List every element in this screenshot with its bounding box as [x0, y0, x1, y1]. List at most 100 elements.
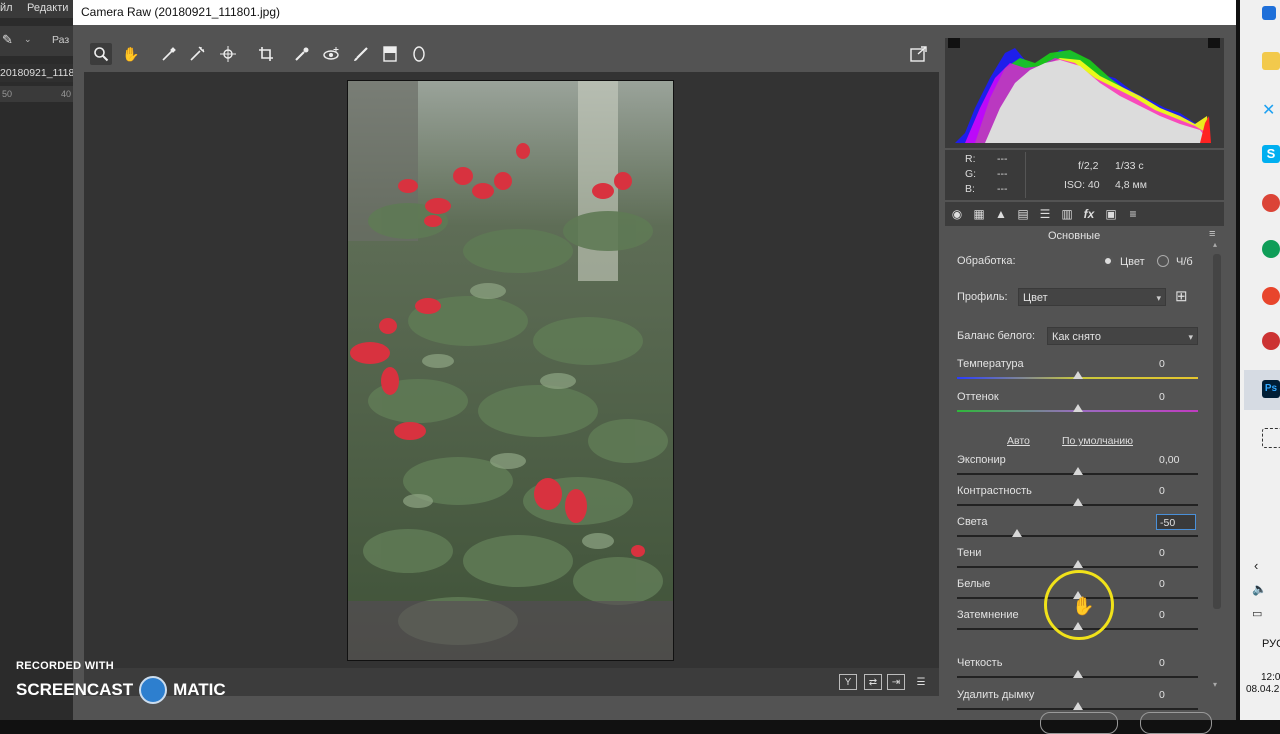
adjustment-brush-icon[interactable] — [350, 43, 372, 65]
skype-icon[interactable]: S — [1262, 145, 1280, 163]
spot-removal-icon[interactable] — [291, 43, 313, 65]
ruler-tick-label: 50 — [2, 89, 13, 99]
white-balance-value: Как снято — [1052, 331, 1101, 343]
focal-length-value: 4,8 мм — [1115, 179, 1147, 191]
watermark-brand-left: SCREENCAST — [16, 680, 134, 699]
hand-cursor-icon: ✋ — [1072, 596, 1095, 616]
slider-label: Экспонир — [957, 454, 1006, 466]
photoshop-background — [0, 0, 73, 720]
windows-start-icon[interactable] — [1262, 6, 1276, 20]
slider-thumb[interactable] — [1072, 467, 1083, 475]
copy-settings-icon[interactable]: ⇥ — [887, 674, 905, 690]
slider-label: Белые — [957, 578, 991, 590]
crop-icon[interactable] — [255, 43, 277, 65]
language-indicator[interactable]: РУС — [1262, 638, 1280, 650]
profile-label: Профиль: — [957, 291, 1008, 303]
slider-value-field[interactable]: 0 — [1156, 356, 1196, 372]
chevron-down-icon[interactable]: ⌄ — [24, 34, 32, 45]
profile-browser-icon[interactable]: ⊞ — [1175, 287, 1188, 305]
bw-radio[interactable] — [1157, 255, 1169, 267]
slider-label: Тени — [957, 547, 982, 559]
slider-thumb[interactable] — [1072, 371, 1083, 379]
slider-value-field[interactable]: -50 — [1156, 514, 1196, 530]
screencast-logo-icon — [139, 676, 168, 704]
slider-thumb[interactable] — [1012, 529, 1023, 537]
color-radio[interactable] — [1102, 255, 1114, 267]
eyedropper-icon[interactable]: ✎ — [2, 32, 13, 48]
slider-label: Затемнение — [957, 609, 1019, 621]
targeted-adjustment-icon[interactable] — [217, 43, 239, 65]
slider-thumb[interactable] — [1072, 702, 1083, 710]
app-icon[interactable]: ✕ — [1262, 100, 1280, 119]
slider-value-field[interactable]: 0 — [1156, 389, 1196, 405]
open-image-button[interactable] — [1040, 712, 1118, 734]
snip-icon[interactable] — [1262, 428, 1280, 448]
white-balance-icon[interactable] — [158, 43, 180, 65]
menu-file[interactable]: йл — [0, 2, 13, 14]
panel-scrollbar[interactable]: ▴ ▾ — [1212, 240, 1222, 690]
presets-tab-icon[interactable]: ≡ — [1125, 206, 1141, 222]
tool-bar: ✋ — [84, 38, 939, 70]
menu-edit[interactable]: Редакти — [27, 2, 68, 14]
battery-icon[interactable]: ▭ — [1252, 607, 1262, 620]
auto-link[interactable]: Авто — [1007, 435, 1030, 447]
photoshop-menubar: йл Редакти — [0, 0, 73, 18]
photoshop-icon[interactable]: Ps — [1262, 380, 1280, 398]
default-link[interactable]: По умолчанию — [1062, 435, 1133, 447]
zoom-icon[interactable] — [90, 43, 112, 65]
aperture-value: f/2,2 — [1078, 160, 1099, 172]
slider-thumb[interactable] — [1072, 498, 1083, 506]
tone-curve-tab-icon[interactable]: ▦ — [971, 206, 987, 222]
photo-preview[interactable] — [347, 80, 674, 661]
slider-thumb[interactable] — [1072, 670, 1083, 678]
chrome-icon[interactable] — [1262, 240, 1280, 258]
slider-value-field[interactable]: 0 — [1156, 687, 1196, 703]
red-eye-icon[interactable] — [320, 43, 342, 65]
volume-icon[interactable]: 🔈 — [1252, 582, 1267, 596]
slider-value-field[interactable]: 0 — [1156, 576, 1196, 592]
chevron-left-icon[interactable]: ‹ — [1254, 558, 1258, 573]
app-icon[interactable] — [1262, 287, 1280, 305]
app-icon[interactable] — [1262, 332, 1280, 350]
scroll-thumb — [1213, 254, 1221, 609]
cancel-button[interactable] — [1140, 712, 1212, 734]
chrome-icon[interactable] — [1262, 194, 1280, 212]
slider-track[interactable] — [957, 535, 1198, 537]
profile-dropdown[interactable]: Цвет ▾ — [1018, 288, 1166, 306]
effects-tab-icon[interactable]: fx — [1081, 206, 1097, 222]
slider-value-field[interactable]: 0 — [1156, 655, 1196, 671]
slider-value-field[interactable]: 0 — [1156, 607, 1196, 623]
hand-icon[interactable]: ✋ — [120, 43, 142, 65]
toggle-settings-icon[interactable]: ☰ — [912, 674, 930, 690]
color-sampler-icon[interactable] — [186, 43, 208, 65]
chevron-down-icon: ▾ — [1156, 293, 1161, 303]
watermark-recorded: RECORDED WITH — [16, 660, 115, 672]
slider-label: Оттенок — [957, 391, 999, 403]
slider-value-field[interactable]: 0 — [1156, 545, 1196, 561]
before-after-y-icon[interactable]: Y — [839, 674, 857, 690]
screencast-watermark: RECORDED WITH SCREENCAST MATIC — [16, 660, 226, 704]
preferences-icon[interactable] — [908, 43, 930, 65]
white-balance-dropdown[interactable]: Как снято ▾ — [1047, 327, 1198, 345]
camera-calibration-tab-icon[interactable]: ▣ — [1103, 206, 1119, 222]
hsl-tab-icon[interactable]: ▤ — [1015, 206, 1031, 222]
scroll-down-icon: ▾ — [1213, 680, 1218, 689]
iso-value: ISO: 40 — [1064, 179, 1100, 191]
slider-thumb[interactable] — [1072, 560, 1083, 568]
detail-tab-icon[interactable]: ▲ — [993, 206, 1009, 222]
slider-thumb[interactable] — [1072, 404, 1083, 412]
basic-tab-icon[interactable]: ◉ — [949, 206, 965, 222]
split-toning-tab-icon[interactable]: ☰ — [1037, 206, 1053, 222]
file-explorer-icon[interactable] — [1262, 52, 1280, 70]
slider-value-field[interactable]: 0,00 — [1156, 452, 1196, 468]
chevron-down-icon: ▾ — [1188, 332, 1193, 342]
lens-corrections-tab-icon[interactable]: ▥ — [1059, 206, 1075, 222]
radial-filter-icon[interactable] — [408, 43, 430, 65]
graduated-filter-icon[interactable] — [379, 43, 401, 65]
slider-value-field[interactable]: 0 — [1156, 483, 1196, 499]
clock[interactable]: 12:0 08.04.2 — [1246, 672, 1280, 696]
document-tab[interactable]: 20180921_11180 — [0, 64, 80, 82]
swap-settings-icon[interactable]: ⇄ — [864, 674, 882, 690]
panel-menu-icon[interactable]: ≡ — [1209, 228, 1215, 240]
b-value: --- — [997, 183, 1008, 195]
